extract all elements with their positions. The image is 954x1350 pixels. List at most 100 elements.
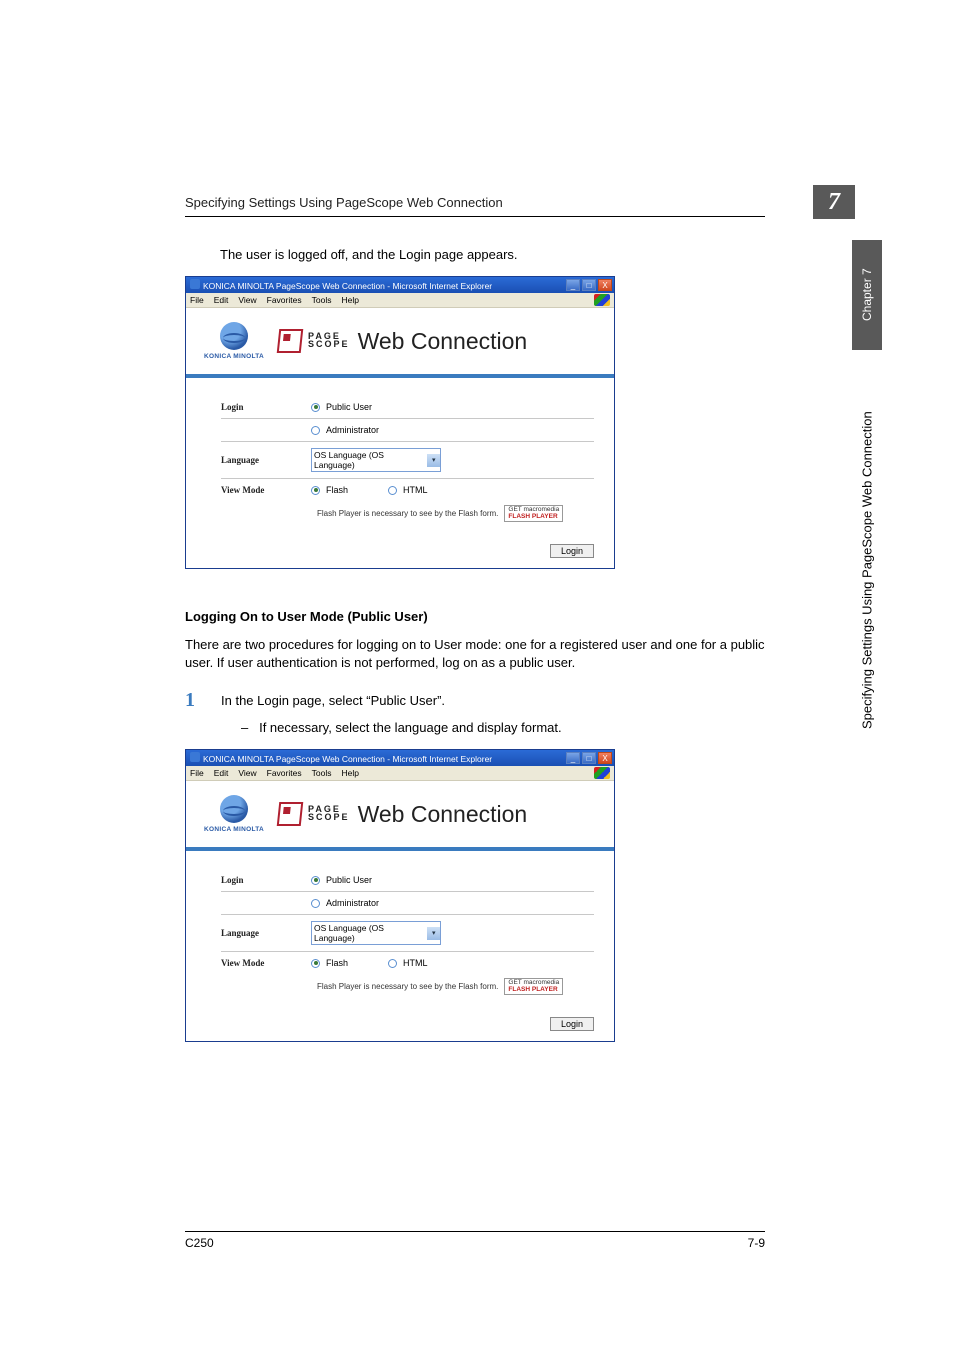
running-title: Specifying Settings Using PageScope Web … xyxy=(185,195,503,210)
side-label-title: Specifying Settings Using PageScope Web … xyxy=(852,360,882,780)
screenshot-login-1: KONICA MINOLTA PageScope Web Connection … xyxy=(185,276,615,569)
public-user-radio[interactable] xyxy=(311,403,320,412)
language-select[interactable]: OS Language (OS Language) ▾ xyxy=(311,448,441,472)
login-button[interactable]: Login xyxy=(550,1017,594,1031)
close-button[interactable]: X xyxy=(598,752,612,764)
ie-icon xyxy=(190,752,200,762)
menu-help[interactable]: Help xyxy=(341,295,358,305)
menu-file[interactable]: File xyxy=(190,295,204,305)
chevron-down-icon: ▾ xyxy=(427,927,440,940)
login-form: Login Public User Administrator Language… xyxy=(186,851,614,1007)
web-connection-text: Web Connection xyxy=(358,328,528,355)
flash-badge-top: GET macromedia xyxy=(508,506,559,513)
language-value: OS Language (OS Language) xyxy=(314,923,423,943)
window-titlebar: KONICA MINOLTA PageScope Web Connection … xyxy=(186,277,614,293)
chevron-down-icon: ▾ xyxy=(427,454,440,467)
flash-text: Flash xyxy=(326,485,348,495)
konica-minolta-text: KONICA MINOLTA xyxy=(204,353,264,360)
screenshot-login-2: KONICA MINOLTA PageScope Web Connection … xyxy=(185,749,615,1042)
brand-bar: KONICA MINOLTA PAGE SCOPE Web Connection xyxy=(186,308,614,378)
window-titlebar: KONICA MINOLTA PageScope Web Connection … xyxy=(186,750,614,766)
maximize-button[interactable]: □ xyxy=(582,752,596,764)
menu-tools[interactable]: Tools xyxy=(312,768,332,778)
konica-minolta-logo: KONICA MINOLTA xyxy=(204,322,264,360)
flash-note-text: Flash Player is necessary to see by the … xyxy=(317,982,498,991)
windows-flag-icon xyxy=(594,294,610,306)
administrator-text: Administrator xyxy=(326,425,379,435)
window-title: KONICA MINOLTA PageScope Web Connection … xyxy=(203,281,492,291)
administrator-text: Administrator xyxy=(326,898,379,908)
brand-bar: KONICA MINOLTA PAGE SCOPE Web Connection xyxy=(186,781,614,851)
menu-edit[interactable]: Edit xyxy=(214,295,229,305)
public-user-radio[interactable] xyxy=(311,876,320,885)
web-connection-text: Web Connection xyxy=(358,801,528,828)
flash-badge-bottom: FLASH PLAYER xyxy=(508,987,559,994)
language-select[interactable]: OS Language (OS Language) ▾ xyxy=(311,921,441,945)
pagescope-logo: PAGE SCOPE Web Connection xyxy=(278,328,527,355)
minimize-button[interactable]: _ xyxy=(566,752,580,764)
flash-radio[interactable] xyxy=(311,486,320,495)
intro-text: The user is logged off, and the Login pa… xyxy=(220,247,765,262)
viewmode-label: View Mode xyxy=(221,958,311,968)
viewmode-label: View Mode xyxy=(221,485,311,495)
menu-bar: File Edit View Favorites Tools Help xyxy=(186,766,614,781)
ps-scope-text: SCOPE xyxy=(308,341,350,349)
running-header: Specifying Settings Using PageScope Web … xyxy=(185,195,765,217)
section-heading: Logging On to User Mode (Public User) xyxy=(185,609,765,624)
get-flash-badge[interactable]: GET macromedia FLASH PLAYER xyxy=(504,505,563,522)
language-label: Language xyxy=(221,455,311,465)
get-flash-badge[interactable]: GET macromedia FLASH PLAYER xyxy=(504,978,563,995)
step-1-number: 1 xyxy=(185,689,203,712)
html-text: HTML xyxy=(403,958,428,968)
language-label: Language xyxy=(221,928,311,938)
menu-favorites[interactable]: Favorites xyxy=(267,768,302,778)
maximize-button[interactable]: □ xyxy=(582,279,596,291)
menu-help[interactable]: Help xyxy=(341,768,358,778)
administrator-radio[interactable] xyxy=(311,899,320,908)
chapter-number-badge: 7 xyxy=(813,185,855,219)
globe-icon xyxy=(220,795,248,823)
login-form: Login Public User Administrator Language… xyxy=(186,378,614,534)
page-content: Specifying Settings Using PageScope Web … xyxy=(185,195,765,1082)
menu-view[interactable]: View xyxy=(238,295,256,305)
flash-radio[interactable] xyxy=(311,959,320,968)
menu-favorites[interactable]: Favorites xyxy=(267,295,302,305)
flash-text: Flash xyxy=(326,958,348,968)
login-button[interactable]: Login xyxy=(550,544,594,558)
step-1-text: In the Login page, select “Public User”. xyxy=(221,689,445,712)
substep-text: If necessary, select the language and di… xyxy=(259,720,562,735)
side-tab-chapter: Chapter 7 xyxy=(852,240,882,350)
substep-dash: – xyxy=(241,720,248,735)
flash-badge-bottom: FLASH PLAYER xyxy=(508,514,559,521)
pagescope-logo: PAGE SCOPE Web Connection xyxy=(278,801,527,828)
menu-tools[interactable]: Tools xyxy=(312,295,332,305)
globe-icon xyxy=(220,322,248,350)
windows-flag-icon xyxy=(594,767,610,779)
html-radio[interactable] xyxy=(388,959,397,968)
html-text: HTML xyxy=(403,485,428,495)
administrator-radio[interactable] xyxy=(311,426,320,435)
window-title: KONICA MINOLTA PageScope Web Connection … xyxy=(203,754,492,764)
flash-note-row: Flash Player is necessary to see by the … xyxy=(221,978,594,995)
step-1-substep: – If necessary, select the language and … xyxy=(241,720,765,735)
flash-note-text: Flash Player is necessary to see by the … xyxy=(317,509,498,518)
close-button[interactable]: X xyxy=(598,279,612,291)
menu-file[interactable]: File xyxy=(190,768,204,778)
language-value: OS Language (OS Language) xyxy=(314,450,423,470)
menu-bar: File Edit View Favorites Tools Help xyxy=(186,293,614,308)
menu-view[interactable]: View xyxy=(238,768,256,778)
flash-note-row: Flash Player is necessary to see by the … xyxy=(221,505,594,522)
minimize-button[interactable]: _ xyxy=(566,279,580,291)
pagescope-icon xyxy=(277,329,304,353)
public-user-text: Public User xyxy=(326,875,372,885)
login-label: Login xyxy=(221,875,311,885)
footer-right: 7-9 xyxy=(748,1236,765,1250)
menu-edit[interactable]: Edit xyxy=(214,768,229,778)
pagescope-icon xyxy=(277,802,304,826)
ps-scope-text: SCOPE xyxy=(308,814,350,822)
page-footer: C250 7-9 xyxy=(185,1231,765,1250)
ie-icon xyxy=(190,279,200,289)
html-radio[interactable] xyxy=(388,486,397,495)
section-paragraph: There are two procedures for logging on … xyxy=(185,636,765,671)
konica-minolta-logo: KONICA MINOLTA xyxy=(204,795,264,833)
